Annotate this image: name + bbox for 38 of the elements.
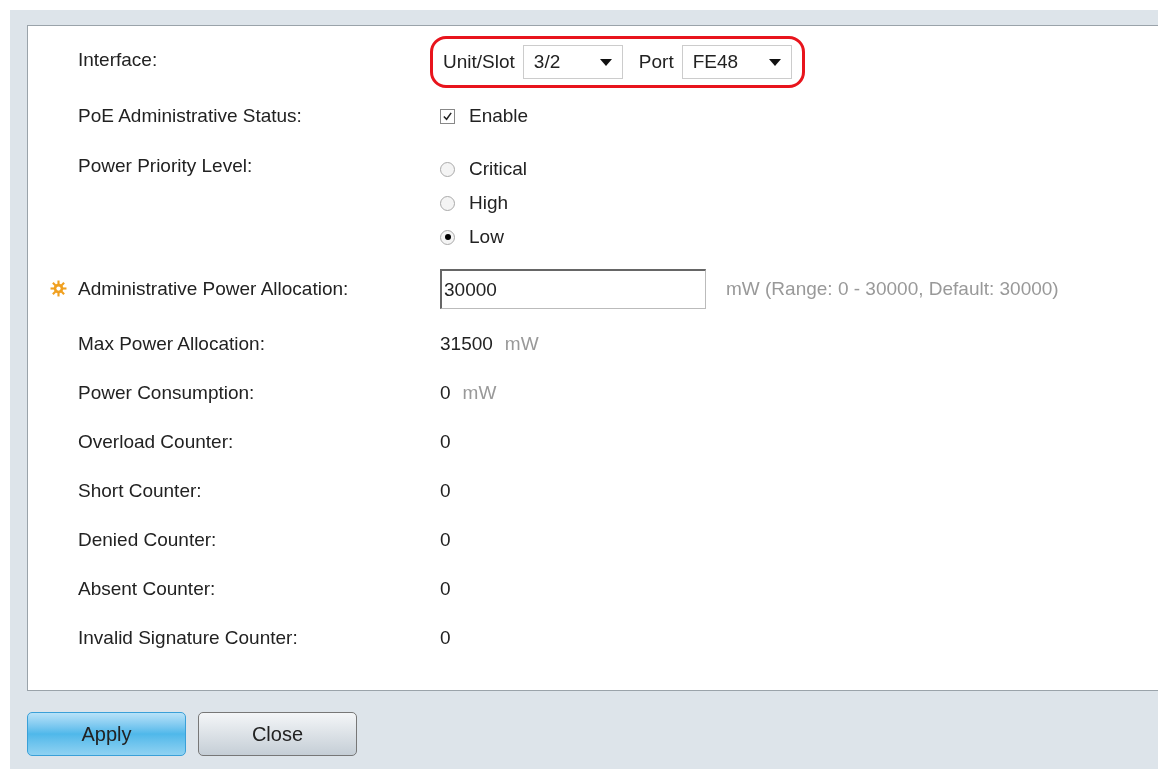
dropdown[interactable]: 3/2 bbox=[522, 45, 623, 79]
field-label: Port bbox=[638, 49, 674, 74]
field-label: Invalid Signature Counter: bbox=[78, 627, 298, 648]
field-value: 0 bbox=[440, 381, 451, 405]
field-label: Power Consumption: bbox=[78, 382, 255, 403]
unit-label: mW bbox=[504, 332, 539, 356]
field-label: Absent Counter: bbox=[78, 578, 216, 599]
field-label: Overload Counter: bbox=[78, 431, 234, 452]
field-value: 0 bbox=[440, 479, 451, 503]
field-label: PoE Administrative Status: bbox=[78, 105, 302, 126]
field-label: Unit/Slot bbox=[443, 49, 515, 74]
field-value: 0 bbox=[440, 626, 451, 650]
caret-icon bbox=[599, 58, 612, 66]
field-label: Denied Counter: bbox=[78, 529, 217, 550]
field-label: Administrative Power Allocation: bbox=[78, 278, 349, 299]
field-label: Interface: bbox=[78, 49, 158, 70]
field-label: Power Priority Level: bbox=[78, 155, 253, 176]
field-value: 31500 bbox=[440, 332, 493, 356]
unit-label: mW bbox=[462, 381, 497, 405]
field-value: 0 bbox=[440, 430, 451, 454]
close-button[interactable]: Close bbox=[198, 712, 357, 756]
field-value: 0 bbox=[440, 577, 451, 601]
option-label: Critical bbox=[469, 157, 528, 181]
option-label: Low bbox=[469, 225, 504, 249]
option-label: Enable bbox=[469, 104, 529, 128]
option-label: High bbox=[469, 191, 509, 215]
apply-button[interactable]: Apply bbox=[27, 712, 186, 756]
radio-button[interactable] bbox=[440, 229, 455, 245]
radio-button[interactable] bbox=[440, 161, 455, 177]
field-hint: mW (Range: 0 - 30000, Default: 30000) bbox=[726, 276, 1059, 301]
field-value: 0 bbox=[440, 528, 451, 552]
caret-icon bbox=[768, 58, 781, 66]
dropdown[interactable]: FE48 bbox=[681, 45, 792, 79]
radio-button[interactable] bbox=[440, 195, 455, 211]
checkbox[interactable] bbox=[440, 108, 455, 124]
field-label: Short Counter: bbox=[78, 480, 202, 501]
input-field[interactable]: 30000 bbox=[440, 269, 706, 309]
field-label: Max Power Allocation: bbox=[78, 333, 265, 354]
